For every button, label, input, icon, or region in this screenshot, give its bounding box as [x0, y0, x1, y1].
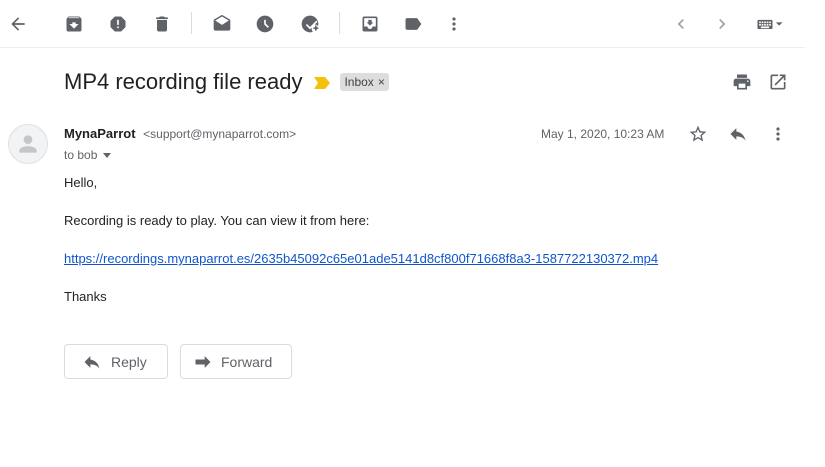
importance-marker-icon[interactable]	[314, 76, 331, 89]
keyboard-icon[interactable]	[750, 8, 790, 40]
newer-chevron-icon[interactable]	[665, 8, 697, 40]
reply-button-label: Reply	[111, 353, 147, 370]
open-in-new-window-icon[interactable]	[766, 70, 790, 94]
sender-name[interactable]: MynaParrot	[64, 126, 136, 141]
forward-button-label: Forward	[221, 353, 273, 370]
add-task-icon[interactable]	[294, 8, 326, 40]
print-icon[interactable]	[730, 70, 754, 94]
email-date: May 1, 2020, 10:23 AM	[541, 127, 665, 141]
sender-line: MynaParrot <support@mynaparrot.com>	[64, 126, 296, 141]
recipient-details-toggle[interactable]: to bob	[64, 148, 112, 162]
move-to-icon[interactable]	[354, 8, 386, 40]
message-toolbar	[0, 0, 805, 48]
subject-row: MP4 recording file ready Inbox ×	[64, 64, 389, 100]
email-subject: MP4 recording file ready	[64, 69, 303, 94]
label-chip-text: Inbox	[344, 75, 374, 89]
mark-unread-icon[interactable]	[206, 8, 238, 40]
archive-icon[interactable]	[58, 8, 90, 40]
delete-icon[interactable]	[146, 8, 178, 40]
person-icon	[19, 135, 37, 153]
more-options-icon[interactable]	[766, 122, 790, 146]
toolbar-divider	[339, 12, 340, 34]
body-greeting: Hello,	[64, 175, 98, 190]
inbox-label-chip: Inbox ×	[340, 73, 389, 91]
toolbar-divider	[191, 12, 192, 34]
caret-down-icon	[103, 152, 112, 158]
older-chevron-icon[interactable]	[706, 8, 738, 40]
label-icon[interactable]	[397, 8, 429, 40]
forward-button[interactable]: Forward	[180, 344, 292, 379]
reply-arrow-icon	[82, 352, 102, 372]
sender-avatar	[8, 124, 48, 164]
remove-label-icon[interactable]: ×	[378, 75, 385, 89]
forward-arrow-icon	[193, 352, 213, 372]
sender-email: <support@mynaparrot.com>	[143, 127, 297, 141]
recording-link[interactable]: https://recordings.mynaparrot.es/2635b45…	[64, 251, 658, 266]
reply-button[interactable]: Reply	[64, 344, 168, 379]
back-arrow-icon[interactable]	[2, 8, 34, 40]
star-icon[interactable]	[686, 122, 710, 146]
body-closing: Thanks	[64, 289, 107, 304]
more-vert-icon[interactable]	[438, 8, 470, 40]
body-line: Recording is ready to play. You can view…	[64, 213, 370, 228]
reply-icon[interactable]	[726, 122, 750, 146]
snooze-icon[interactable]	[249, 8, 281, 40]
report-spam-icon[interactable]	[102, 8, 134, 40]
to-line-text: to bob	[64, 148, 98, 162]
right-gutter	[805, 0, 825, 467]
